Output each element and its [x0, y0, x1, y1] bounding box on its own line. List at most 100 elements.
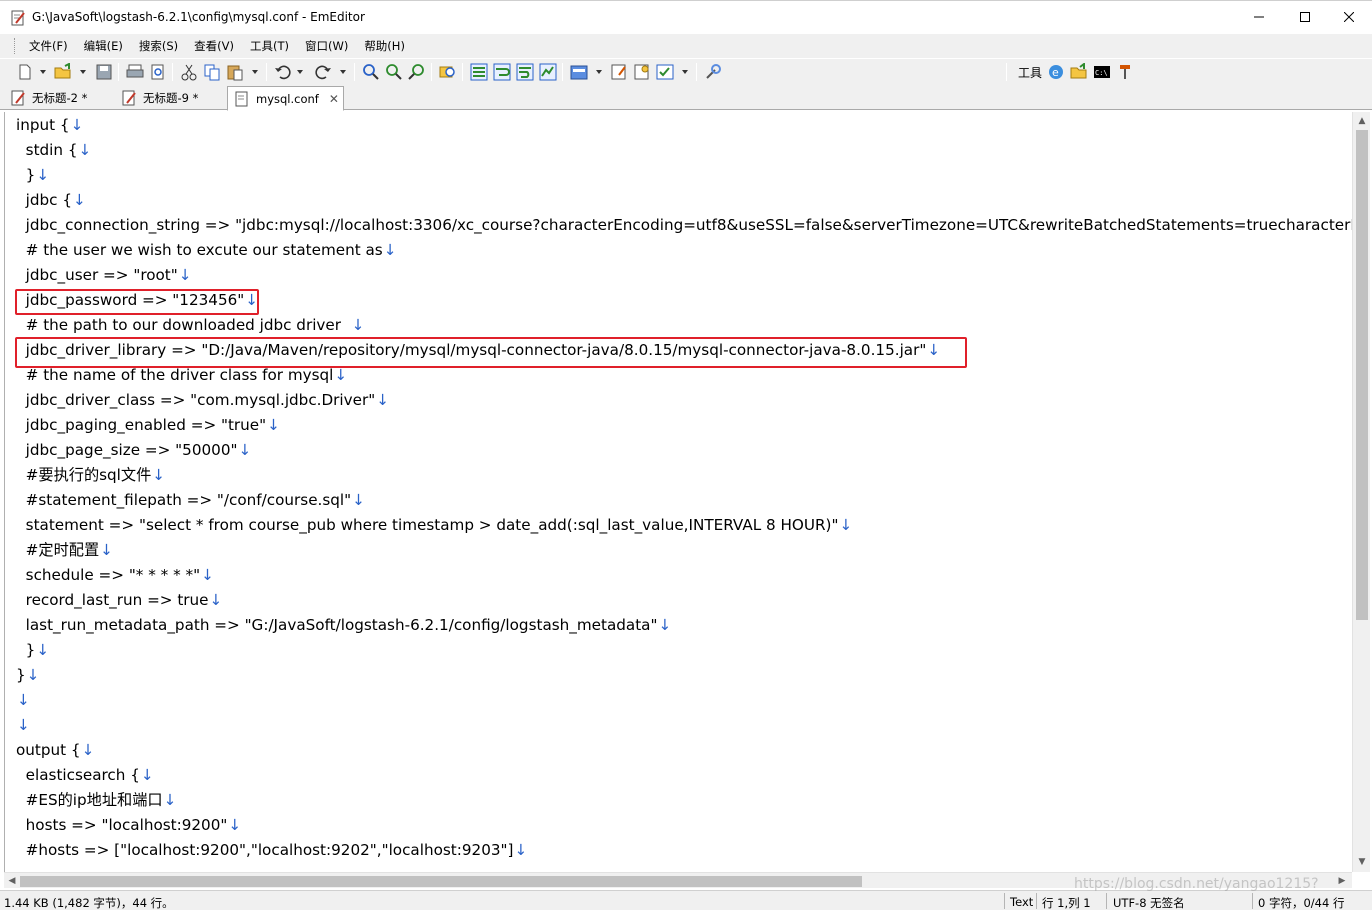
document-tab-bar: 无标题-2 * 无标题-9 * mysql.conf ✕: [0, 84, 1372, 111]
minimize-button[interactable]: [1236, 1, 1282, 33]
find-in-files-icon[interactable]: [439, 63, 457, 81]
code-line[interactable]: schedule => "* * * * *"↓: [16, 563, 214, 588]
code-line[interactable]: # the user we wish to excute our stateme…: [16, 238, 397, 263]
menu-grip[interactable]: [14, 38, 17, 54]
scroll-down-icon[interactable]: ▼: [1353, 854, 1371, 870]
find-previous-icon[interactable]: [408, 63, 426, 81]
code-line[interactable]: last_run_metadata_path => "G:/JavaSoft/l…: [16, 613, 672, 638]
menu-search[interactable]: 搜索(S): [131, 35, 186, 57]
open-file-icon[interactable]: [54, 63, 72, 81]
undo-icon[interactable]: [274, 63, 292, 81]
code-line[interactable]: jdbc_driver_library => "D:/Java/Maven/re…: [16, 338, 940, 363]
tab-untitled-2[interactable]: 无标题-2 *: [4, 86, 114, 110]
close-icon: [1344, 12, 1354, 22]
tab-mysql-conf[interactable]: mysql.conf ✕: [227, 86, 344, 111]
newline-marker-icon: ↓: [238, 441, 252, 459]
find-next-icon[interactable]: [385, 63, 403, 81]
menu-file[interactable]: 文件(F): [21, 35, 76, 57]
code-line-text: jdbc_connection_string => "jdbc:mysql://…: [16, 216, 1352, 234]
code-line[interactable]: #statement_filepath => "/conf/course.sql…: [16, 488, 365, 513]
code-line[interactable]: jdbc_password => "123456"↓: [16, 288, 258, 313]
wrap-by-chars-icon[interactable]: [493, 63, 511, 81]
code-line[interactable]: }↓: [16, 663, 39, 688]
copy-icon[interactable]: [203, 63, 221, 81]
code-line[interactable]: elasticsearch {↓: [16, 763, 154, 788]
code-line[interactable]: #定时配置↓: [16, 538, 113, 563]
code-line[interactable]: jdbc_user => "root"↓: [16, 263, 192, 288]
code-line[interactable]: ↓: [16, 688, 30, 713]
code-line[interactable]: jdbc_connection_string => "jdbc:mysql://…: [16, 213, 1352, 238]
paste-dropdown[interactable]: [252, 70, 258, 74]
undo-dropdown[interactable]: [297, 70, 303, 74]
code-line[interactable]: jdbc_paging_enabled => "true"↓: [16, 413, 280, 438]
scroll-right-icon[interactable]: ▶: [1334, 873, 1350, 889]
properties-icon[interactable]: [610, 63, 628, 81]
text-editor[interactable]: input {↓ stdin {↓ }↓ jdbc {↓ jdbc_connec…: [4, 112, 1352, 872]
internet-explorer-icon[interactable]: e: [1047, 63, 1065, 81]
save-icon[interactable]: [95, 63, 113, 81]
svg-text:C:\: C:\: [1095, 69, 1108, 77]
paste-icon[interactable]: [226, 63, 244, 81]
menu-tools[interactable]: 工具(T): [242, 35, 297, 57]
horizontal-scroll-thumb[interactable]: [20, 876, 862, 887]
customize-icon[interactable]: [633, 63, 651, 81]
code-line-text: output {: [16, 741, 81, 759]
code-line[interactable]: input {↓: [16, 113, 83, 138]
cut-icon[interactable]: [180, 63, 198, 81]
maximize-button[interactable]: [1282, 1, 1328, 33]
newline-marker-icon: ↓: [17, 716, 30, 734]
close-tab-icon[interactable]: ✕: [329, 92, 339, 106]
new-file-icon[interactable]: [16, 63, 34, 81]
code-line[interactable]: #ES的ip地址和端口↓: [16, 788, 177, 813]
code-line[interactable]: hosts => "localhost:9200"↓: [16, 813, 241, 838]
code-line-text: hosts => "localhost:9200": [16, 816, 228, 834]
menu-help[interactable]: 帮助(H): [356, 35, 413, 57]
configuration-dropdown[interactable]: [596, 70, 602, 74]
status-encoding[interactable]: UTF-8 无签名: [1113, 895, 1185, 910]
code-line[interactable]: #要执行的sql文件↓: [16, 463, 165, 488]
find-icon[interactable]: [362, 63, 380, 81]
code-line[interactable]: # the name of the driver class for mysql…: [16, 363, 347, 388]
print-preview-icon[interactable]: [149, 63, 167, 81]
code-line[interactable]: jdbc_page_size => "50000"↓: [16, 438, 252, 463]
code-line[interactable]: jdbc_driver_class => "com.mysql.jdbc.Dri…: [16, 388, 389, 413]
open-file-dropdown[interactable]: [80, 70, 86, 74]
tools-toolbar-label: 工具: [1018, 66, 1043, 80]
code-line[interactable]: #hosts => ["localhost:9200","localhost:9…: [16, 838, 528, 863]
status-mode[interactable]: Text: [1010, 895, 1033, 909]
scroll-up-icon[interactable]: ▲: [1353, 113, 1371, 129]
close-window-button[interactable]: [1326, 1, 1372, 33]
vertical-scroll-thumb[interactable]: [1356, 130, 1368, 620]
configuration-icon[interactable]: [570, 63, 588, 81]
status-selection: 0 字符，0/44 行: [1258, 896, 1345, 910]
redo-dropdown[interactable]: [340, 70, 346, 74]
redo-icon[interactable]: [314, 63, 332, 81]
code-line[interactable]: statement => "select * from course_pub w…: [16, 513, 853, 538]
wrap-none-icon[interactable]: [470, 63, 488, 81]
menu-view[interactable]: 查看(V): [186, 35, 242, 57]
wrap-by-page-icon[interactable]: [539, 63, 557, 81]
code-line[interactable]: record_last_run => true↓: [16, 588, 223, 613]
code-line[interactable]: output {↓: [16, 738, 94, 763]
status-cursor-position[interactable]: 行 1,列 1: [1042, 895, 1091, 910]
new-file-dropdown[interactable]: [40, 70, 46, 74]
scroll-left-icon[interactable]: ◀: [4, 873, 20, 889]
wrap-by-window-icon[interactable]: [516, 63, 534, 81]
plugins-icon[interactable]: [656, 63, 674, 81]
code-line[interactable]: }↓: [16, 638, 49, 663]
print-icon[interactable]: [126, 63, 144, 81]
plugins-dropdown[interactable]: [682, 70, 688, 74]
tab-untitled-9[interactable]: 无标题-9 *: [115, 86, 227, 110]
code-line[interactable]: stdin {↓: [16, 138, 92, 163]
menu-window[interactable]: 窗口(W): [297, 35, 356, 57]
code-line[interactable]: ↓: [16, 713, 30, 738]
code-line[interactable]: }↓: [16, 163, 49, 188]
menu-edit[interactable]: 编辑(E): [76, 35, 131, 57]
open-folder-tool-icon[interactable]: [1070, 63, 1088, 81]
macro-icon[interactable]: [704, 63, 722, 81]
code-line[interactable]: jdbc {↓: [16, 188, 86, 213]
external-tool-icon[interactable]: [1116, 63, 1134, 81]
command-prompt-icon[interactable]: C:\: [1093, 63, 1111, 81]
code-line[interactable]: # the path to our downloaded jdbc driver…: [16, 313, 365, 338]
vertical-scrollbar[interactable]: ▲ ▼: [1352, 112, 1370, 872]
